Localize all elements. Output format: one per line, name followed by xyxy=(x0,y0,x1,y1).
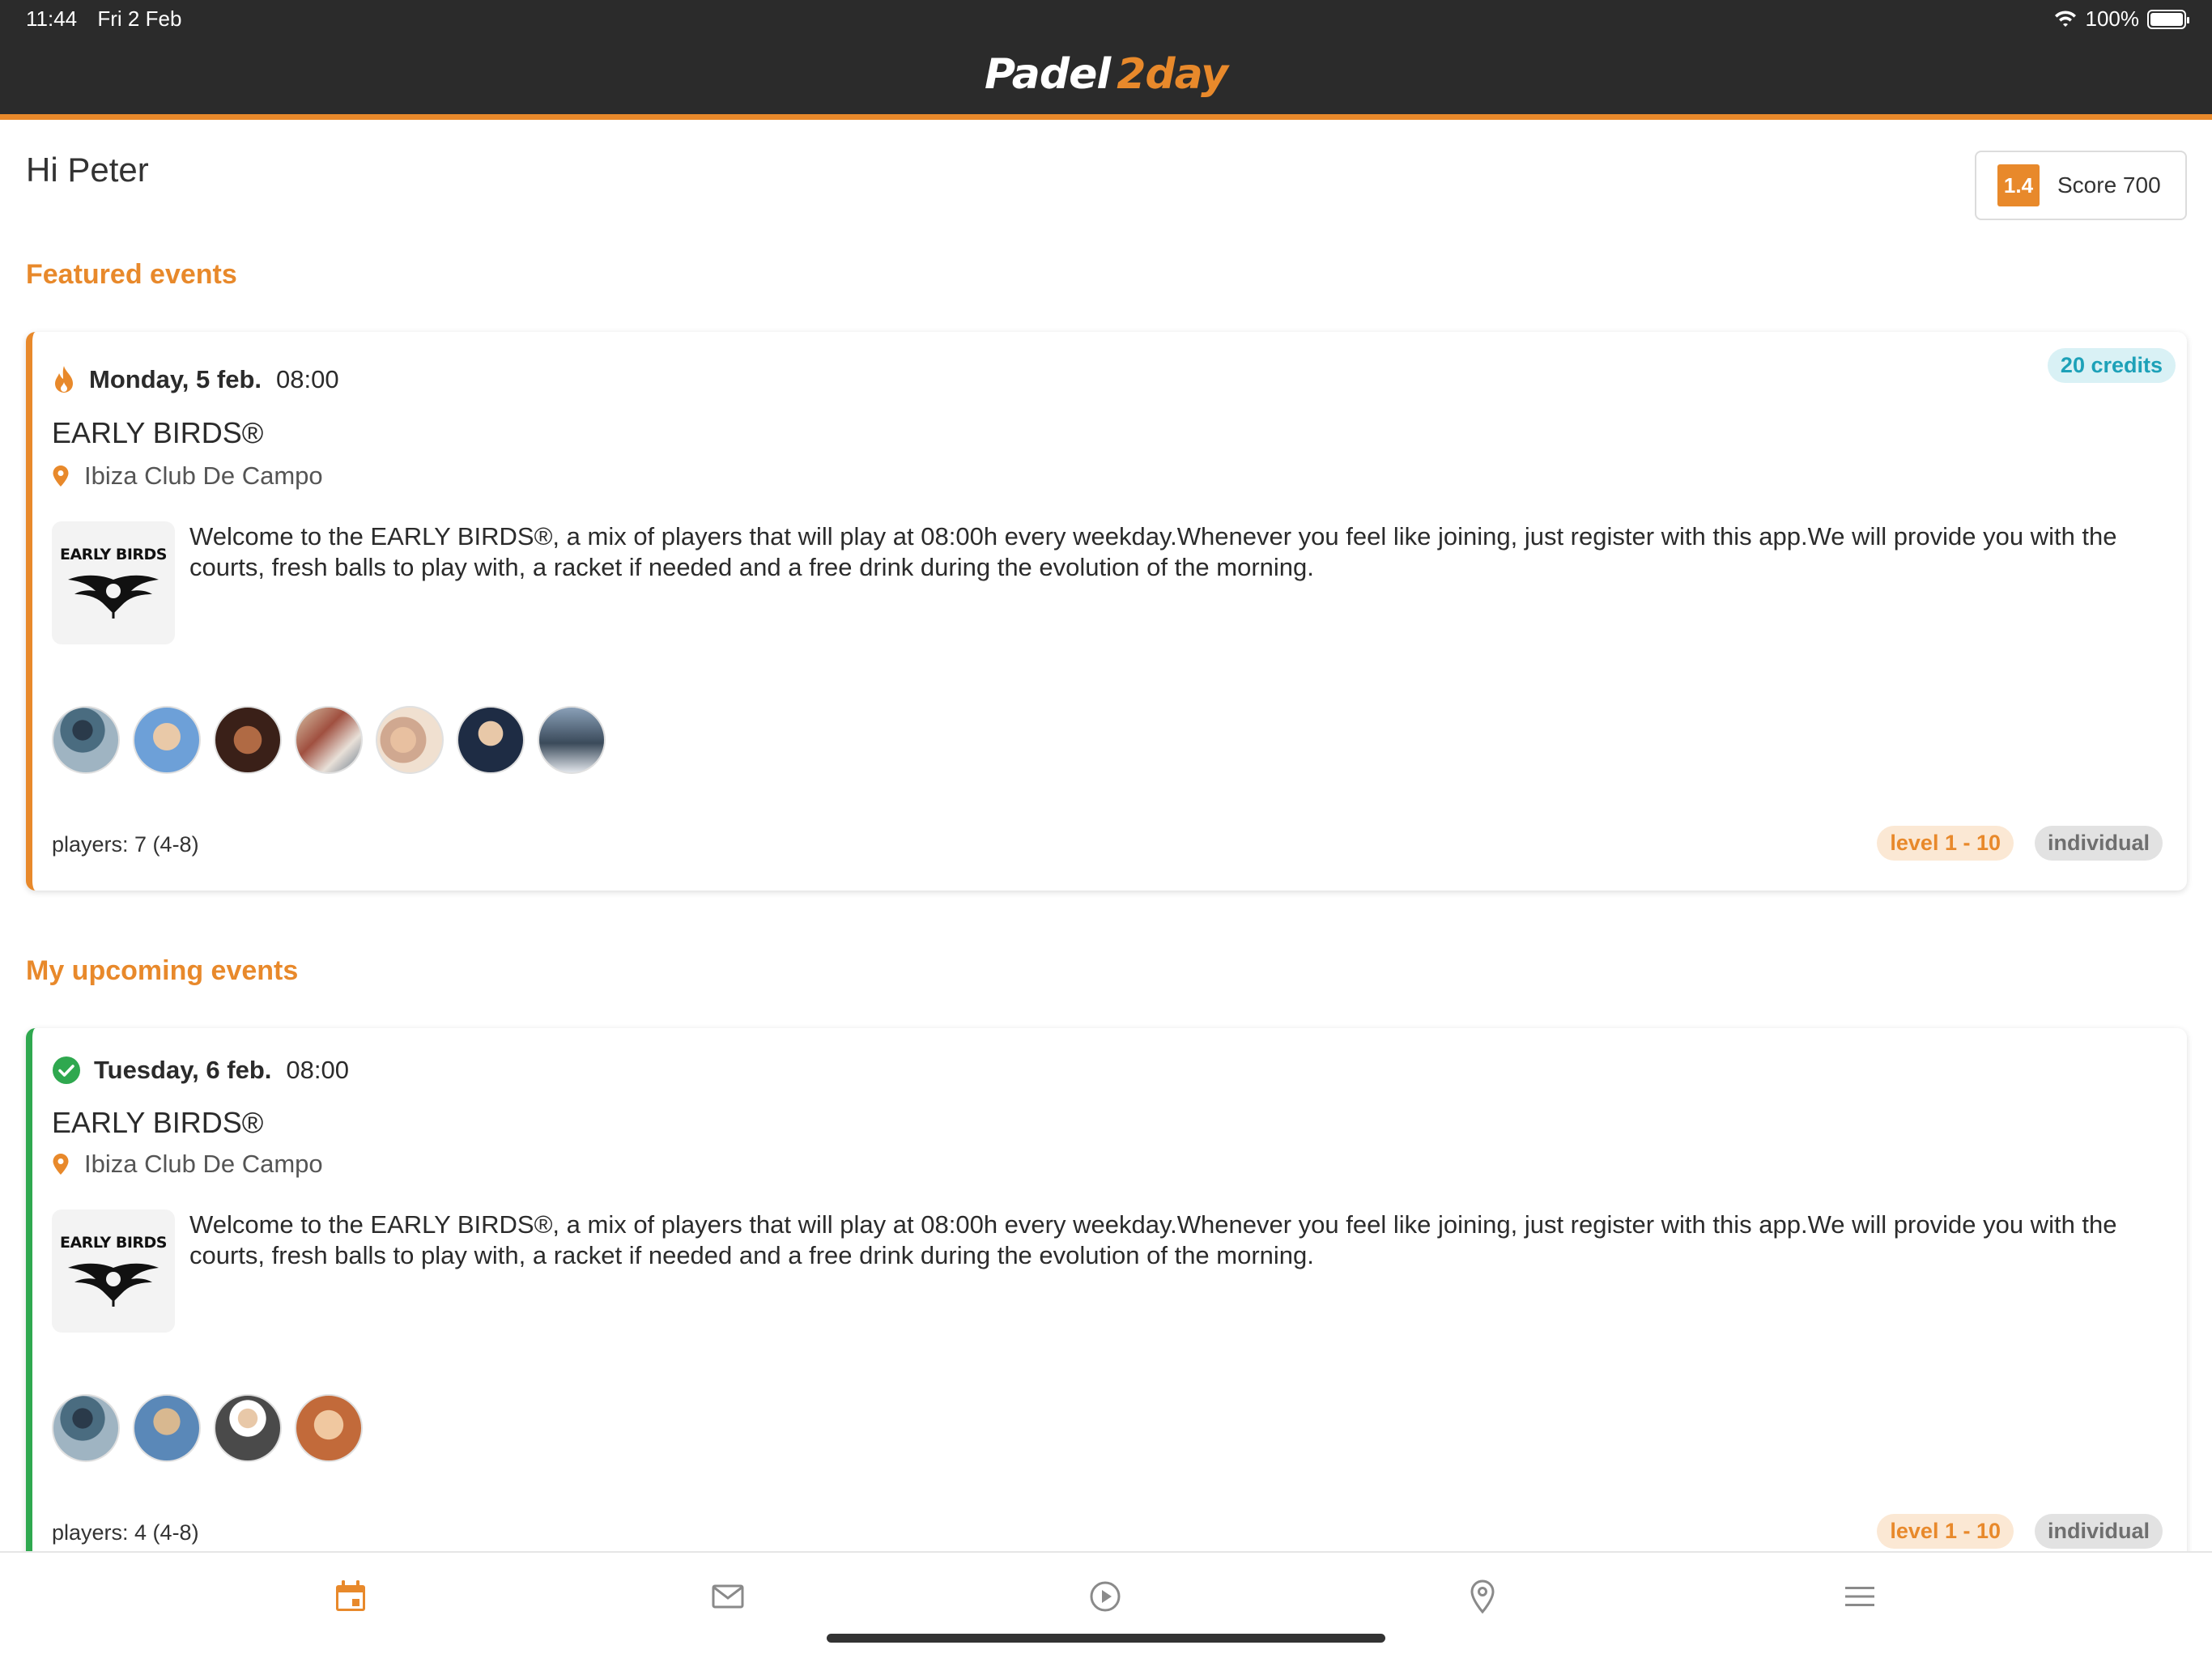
player-level: 1.4 xyxy=(1997,164,2040,206)
player-avatar[interactable] xyxy=(214,706,282,774)
location-pin-icon xyxy=(53,466,69,487)
player-avatar[interactable] xyxy=(133,1394,201,1462)
featured-events-heading: Featured events xyxy=(26,259,237,290)
event-title: EARLY BIRDS® xyxy=(52,416,264,449)
flame-icon xyxy=(55,366,73,393)
event-type-badge: individual xyxy=(2034,826,2163,861)
event-datetime: Tuesday, 6 feb. 08:00 xyxy=(52,1056,349,1085)
thumbnail-label: EARLY BIRDS xyxy=(60,1234,167,1252)
check-circle-icon xyxy=(53,1056,80,1084)
event-description-row: EARLY BIRDS Welcome to the EARLY BIRDS®,… xyxy=(52,1209,2155,1333)
play-circle-icon[interactable] xyxy=(1086,1577,1125,1616)
location-name: Ibiza Club De Campo xyxy=(84,1150,323,1178)
player-avatar[interactable] xyxy=(52,706,120,774)
wifi-icon xyxy=(2054,10,2076,27)
player-avatar[interactable] xyxy=(376,706,444,774)
player-avatar[interactable] xyxy=(295,1394,363,1462)
home-indicator[interactable] xyxy=(827,1634,1385,1643)
score-label: Score 700 xyxy=(2057,172,2161,198)
event-location[interactable]: Ibiza Club De Campo xyxy=(52,461,323,491)
event-day: Monday, 5 feb. xyxy=(89,365,262,393)
event-time: 08:00 xyxy=(276,365,339,393)
event-datetime: Monday, 5 feb. 08:00 xyxy=(52,364,339,395)
event-thumbnail: EARLY BIRDS xyxy=(52,1209,175,1333)
app-logo: Padel 2day xyxy=(985,50,1228,99)
thumbnail-label: EARLY BIRDS xyxy=(60,546,167,563)
top-bar: 11:44 Fri 2 Feb 100% Padel 2day xyxy=(0,0,2212,120)
event-thumbnail: EARLY BIRDS xyxy=(52,521,175,644)
menu-icon[interactable] xyxy=(1840,1577,1879,1616)
event-time: 08:00 xyxy=(286,1056,349,1084)
status-bar-right: 100% xyxy=(2053,6,2189,32)
location-name: Ibiza Club De Campo xyxy=(84,461,323,490)
status-bar-left: 11:44 Fri 2 Feb xyxy=(26,6,196,32)
mail-icon[interactable] xyxy=(708,1577,747,1616)
event-description-row: EARLY BIRDS Welcome to the EARLY BIRDS®,… xyxy=(52,521,2155,644)
location-pin-icon xyxy=(53,1154,69,1175)
upcoming-events-heading: My upcoming events xyxy=(26,955,299,986)
player-avatar[interactable] xyxy=(214,1394,282,1462)
score-badge[interactable]: 1.4 Score 700 xyxy=(1975,151,2187,220)
winged-ball-logo-icon xyxy=(68,575,159,619)
map-pin-icon[interactable] xyxy=(1463,1577,1502,1616)
logo-text-2day: 2day xyxy=(1117,50,1228,99)
event-description: Welcome to the EARLY BIRDS®, a mix of pl… xyxy=(189,1210,2117,1269)
level-badge: level 1 - 10 xyxy=(1877,1514,2014,1549)
player-avatars xyxy=(52,706,606,774)
credits-badge: 20 credits xyxy=(2047,348,2176,383)
player-avatar[interactable] xyxy=(538,706,606,774)
winged-ball-logo-icon xyxy=(68,1263,159,1307)
status-date: Fri 2 Feb xyxy=(97,6,182,31)
player-avatar[interactable] xyxy=(133,706,201,774)
player-avatar[interactable] xyxy=(52,1394,120,1462)
event-description: Welcome to the EARLY BIRDS®, a mix of pl… xyxy=(189,522,2117,581)
event-day: Tuesday, 6 feb. xyxy=(94,1056,272,1084)
upcoming-event-card[interactable]: Tuesday, 6 feb. 08:00 EARLY BIRDS® Ibiza… xyxy=(26,1028,2187,1595)
status-time: 11:44 xyxy=(26,6,78,31)
featured-event-card[interactable]: Monday, 5 feb. 08:00 20 credits EARLY BI… xyxy=(26,332,2187,891)
level-badge: level 1 - 10 xyxy=(1877,826,2014,861)
calendar-icon[interactable] xyxy=(331,1577,370,1616)
players-count: players: 4 (4-8) xyxy=(52,1520,199,1545)
player-avatar[interactable] xyxy=(295,706,363,774)
event-title: EARLY BIRDS® xyxy=(52,1106,264,1139)
event-type-badge: individual xyxy=(2034,1514,2163,1549)
event-location[interactable]: Ibiza Club De Campo xyxy=(52,1150,323,1179)
player-avatar[interactable] xyxy=(457,706,525,774)
battery-icon xyxy=(2147,9,2189,29)
player-avatars xyxy=(52,1394,363,1462)
players-count: players: 7 (4-8) xyxy=(52,832,199,857)
greeting: Hi Peter xyxy=(26,151,149,189)
logo-text-padel: Padel xyxy=(985,50,1111,99)
battery-percent: 100% xyxy=(2085,6,2140,31)
